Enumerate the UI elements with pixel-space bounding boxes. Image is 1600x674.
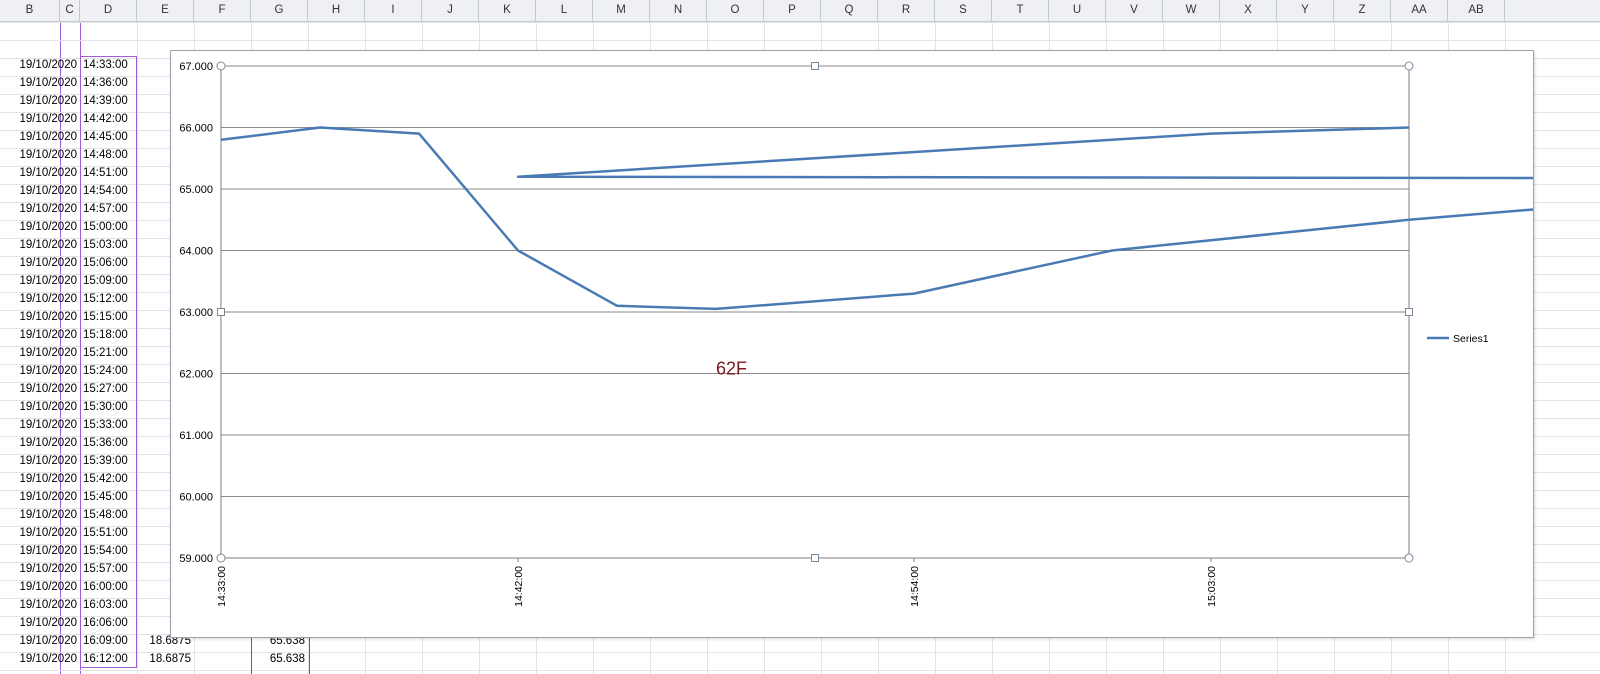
column-header-ab[interactable]: AB [1448, 0, 1505, 21]
x-tick-label: 14:33:00 [216, 566, 228, 607]
column-header-aa[interactable]: AA [1391, 0, 1448, 21]
x-tick-label: 15:03:00 [1206, 566, 1218, 607]
grid-row-line [0, 652, 1600, 653]
cell-b[interactable]: 19/10/2020 [0, 416, 80, 434]
column-header-b[interactable]: B [0, 0, 60, 21]
column-header-s[interactable]: S [935, 0, 992, 21]
cell-b[interactable]: 19/10/2020 [0, 434, 80, 452]
resize-handle [1404, 61, 1414, 71]
column-header-h[interactable]: H [308, 0, 365, 21]
line-chart[interactable]: 59.000 60.000 61.000 62.000 63.000 64.000 65.0… [171, 51, 1600, 637]
cell-b[interactable]: 19/10/2020 [0, 650, 80, 668]
column-header-w[interactable]: W [1163, 0, 1220, 21]
cell-b[interactable]: 19/10/2020 [0, 110, 80, 128]
column-header-r[interactable]: R [878, 0, 935, 21]
x-tick-label: 14:42:00 [513, 566, 525, 607]
column-header-q[interactable]: Q [821, 0, 878, 21]
cell-b[interactable]: 19/10/2020 [0, 92, 80, 110]
cell-b[interactable]: 19/10/2020 [0, 164, 80, 182]
column-header-g[interactable]: G [251, 0, 308, 21]
column-header-c[interactable]: C [60, 0, 80, 21]
cell-b[interactable]: 19/10/2020 [0, 506, 80, 524]
cell-b[interactable]: 19/10/2020 [0, 398, 80, 416]
column-header-i[interactable]: I [365, 0, 422, 21]
cell-b[interactable]: 19/10/2020 [0, 74, 80, 92]
cell-b[interactable]: 19/10/2020 [0, 596, 80, 614]
embedded-chart[interactable]: 59.000 60.000 61.000 62.000 63.000 64.000 65.0… [170, 50, 1600, 638]
cell-d[interactable]: 18.6875 [137, 650, 194, 668]
y-tick-label: 61.000 [179, 430, 213, 442]
column-header-u[interactable]: U [1049, 0, 1106, 21]
cell-b[interactable]: 19/10/2020 [0, 218, 80, 236]
cell-b[interactable]: 19/10/2020 [0, 560, 80, 578]
grid-row-line [0, 670, 1600, 671]
cell-b[interactable]: 19/10/2020 [0, 236, 80, 254]
cell-b[interactable]: 19/10/2020 [0, 470, 80, 488]
cell-b[interactable]: 19/10/2020 [0, 542, 80, 560]
series-line-series1 [220, 126, 1600, 311]
cell-b[interactable]: 19/10/2020 [0, 632, 80, 650]
cell-b[interactable]: 19/10/2020 [0, 452, 80, 470]
y-tick-label: 64.000 [179, 246, 213, 258]
column-header-bar: B C D E F G H I J K L M N O P Q R S T U V W X Y Z AA AB [0, 0, 1600, 22]
cell-b[interactable]: 19/10/2020 [0, 578, 80, 596]
y-tick-label: 63.000 [179, 307, 213, 319]
annotation-label: 62F [716, 359, 747, 379]
column-header-m[interactable]: M [593, 0, 650, 21]
resize-handle [217, 308, 225, 316]
column-header-f[interactable]: F [194, 0, 251, 21]
grid-row-line [0, 40, 1600, 41]
cell-b[interactable]: 19/10/2020 [0, 128, 80, 146]
column-header-e[interactable]: E [137, 0, 194, 21]
column-header-d[interactable]: D [80, 0, 137, 21]
column-header-o[interactable]: O [707, 0, 764, 21]
cell-b[interactable]: 19/10/2020 [0, 146, 80, 164]
cell-b[interactable]: 19/10/2020 [0, 290, 80, 308]
cell-b[interactable]: 19/10/2020 [0, 362, 80, 380]
y-tick-label: 59.000 [179, 553, 213, 565]
cell-b[interactable]: 19/10/2020 [0, 344, 80, 362]
resize-handle [1405, 308, 1413, 316]
cell-b[interactable]: 19/10/2020 [0, 272, 80, 290]
cell-b[interactable]: 19/10/2020 [0, 200, 80, 218]
column-header-n[interactable]: N [650, 0, 707, 21]
resize-handle [216, 553, 226, 563]
cell-b[interactable]: 19/10/2020 [0, 326, 80, 344]
column-header-x[interactable]: X [1220, 0, 1277, 21]
column-header-l[interactable]: L [536, 0, 593, 21]
column-header-k[interactable]: K [479, 0, 536, 21]
cell-b[interactable]: 19/10/2020 [0, 488, 80, 506]
selection-range [80, 56, 137, 668]
resize-handle [216, 61, 226, 71]
cell-b[interactable]: 19/10/2020 [0, 182, 80, 200]
cell-b[interactable]: 19/10/2020 [0, 614, 80, 632]
cell-b[interactable]: 19/10/2020 [0, 380, 80, 398]
y-tick-label: 65.000 [179, 184, 213, 196]
resize-handle [811, 554, 819, 562]
column-header-j[interactable]: J [422, 0, 479, 21]
y-tick-label: 67.000 [179, 61, 213, 73]
column-header-t[interactable]: T [992, 0, 1049, 21]
column-header-v[interactable]: V [1106, 0, 1163, 21]
cell-b[interactable]: 19/10/2020 [0, 308, 80, 326]
resize-handle [811, 62, 819, 70]
cell-b[interactable]: 19/10/2020 [0, 254, 80, 272]
column-header-y[interactable]: Y [1277, 0, 1334, 21]
grid-row-line [0, 22, 1600, 23]
cell-b[interactable]: 19/10/2020 [0, 524, 80, 542]
y-tick-label: 66.000 [179, 123, 213, 135]
column-header-z[interactable]: Z [1334, 0, 1391, 21]
y-tick-label: 62.000 [179, 369, 213, 381]
legend-label-series1: Series1 [1453, 333, 1489, 345]
y-tick-label: 60.000 [179, 492, 213, 504]
column-header-p[interactable]: P [764, 0, 821, 21]
x-tick-label: 14:54:00 [909, 566, 921, 607]
resize-handle [1404, 553, 1414, 563]
cell-b[interactable]: 19/10/2020 [0, 56, 80, 74]
